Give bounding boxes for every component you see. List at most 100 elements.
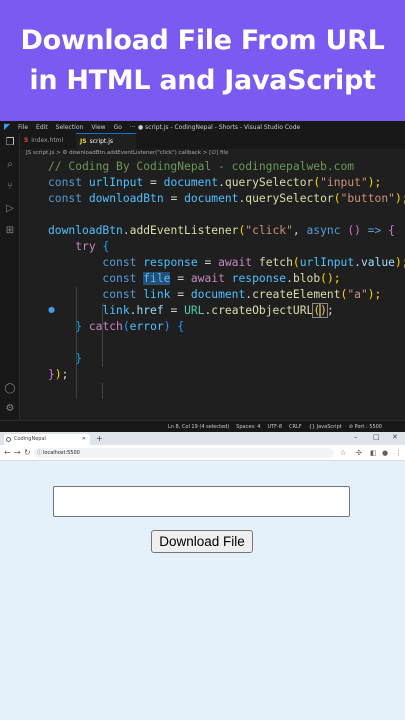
code-line-3: const downloadBtn = document.querySelect… — [48, 191, 405, 207]
token: createObjectURL — [211, 304, 314, 317]
token: = — [170, 288, 191, 301]
download-file-button[interactable]: Download File — [151, 530, 253, 553]
token: } — [75, 352, 83, 365]
token: urlInput — [299, 256, 355, 269]
token: ); — [367, 288, 382, 301]
token: link — [143, 288, 171, 301]
token: querySelector — [245, 192, 334, 205]
activity-bar: ❐ ⌕ ⑂ ▷ ⊞ ◯ ⚙ — [0, 133, 20, 420]
token: addEventListener — [129, 224, 239, 237]
token: ) — [163, 320, 171, 333]
token: = — [197, 256, 219, 269]
address-url: localhost:5500 — [43, 450, 80, 456]
token: await — [218, 256, 253, 269]
status-eol[interactable]: CRLF — [289, 424, 302, 430]
menu-selection[interactable]: Selection — [56, 124, 84, 131]
token: = — [170, 272, 191, 285]
tab-index-html[interactable]: 5 index.html — [20, 133, 76, 149]
token: { — [177, 320, 185, 333]
vscode-menu-bar: File Edit Selection View Go ··· — [18, 124, 136, 131]
address-bar[interactable]: ⓘ localhost:5500 — [34, 448, 334, 458]
maximize-icon[interactable]: □ — [373, 433, 380, 441]
menu-view[interactable]: View — [91, 124, 105, 131]
code-line-7: const response = await fetch(urlInput.va… — [48, 255, 405, 271]
token: ); — [394, 256, 405, 269]
token: . — [354, 256, 361, 269]
token: (); — [320, 272, 341, 285]
banner-title-line-2: in HTML and JavaScript — [29, 64, 376, 96]
sidebar-icon[interactable]: ◧ — [370, 449, 377, 457]
token: ) — [319, 303, 328, 318]
settings-gear-icon[interactable]: ⚙ — [4, 403, 16, 415]
token: const — [48, 176, 83, 189]
token: () — [347, 224, 361, 237]
breadcrumb[interactable]: JS script.js > ⚙ downloadBtn.addEventLis… — [26, 150, 228, 156]
token: blob — [292, 272, 321, 285]
token: value — [360, 256, 395, 269]
new-tab-icon[interactable]: + — [96, 434, 103, 443]
menu-file[interactable]: File — [18, 124, 28, 131]
status-language[interactable]: {} JavaScript — [309, 424, 342, 430]
token: downloadBtn — [48, 224, 123, 237]
code-line-11: } catch(error) { — [48, 319, 184, 335]
tab-script-js[interactable]: JS script.js — [76, 133, 136, 149]
token: . — [122, 224, 130, 237]
close-tab-icon[interactable]: ✕ — [82, 434, 86, 445]
browser-tab[interactable]: CodingNepal ✕ — [4, 434, 90, 445]
extensions-icon[interactable]: ⊞ — [4, 225, 16, 237]
forward-icon[interactable]: → — [14, 448, 21, 457]
explorer-icon[interactable]: ❐ — [4, 137, 16, 149]
site-info-icon[interactable]: ⓘ — [37, 448, 42, 458]
token: await — [190, 272, 225, 285]
status-live-server-port[interactable]: ⊘ Port : 5500 — [349, 424, 382, 430]
minimize-icon[interactable]: – — [354, 433, 358, 441]
extensions-puzzle-icon[interactable]: ✣ — [356, 449, 362, 457]
search-icon[interactable]: ⌕ — [4, 159, 16, 171]
code-line-13: } — [48, 351, 82, 367]
menu-more[interactable]: ··· — [130, 124, 136, 131]
source-control-icon[interactable]: ⑂ — [4, 181, 16, 193]
reload-icon[interactable]: ↻ — [24, 448, 31, 457]
vscode-window: ◤ File Edit Selection View Go ··· ● scri… — [0, 121, 405, 432]
url-input[interactable] — [53, 486, 350, 517]
browser-tab-title: CodingNepal — [14, 436, 46, 442]
token: URL — [184, 304, 205, 317]
close-window-icon[interactable]: ✕ — [392, 433, 398, 441]
run-debug-icon[interactable]: ▷ — [4, 203, 16, 215]
token: "click" — [245, 224, 293, 237]
more-menu-icon[interactable]: ⋮ — [395, 449, 402, 457]
token: ) — [54, 368, 62, 381]
status-encoding[interactable]: UTF-8 — [267, 424, 282, 430]
token: } — [75, 320, 83, 333]
status-cursor-position[interactable]: Ln 8, Col 19 (4 selected) — [168, 424, 229, 430]
bookmark-star-icon[interactable]: ☆ — [340, 449, 346, 457]
comment: // Coding By CodingNepal - codingnepalwe… — [48, 160, 355, 173]
account-icon[interactable]: ◯ — [4, 383, 16, 395]
html-file-icon: 5 — [24, 137, 29, 144]
menu-edit[interactable]: Edit — [36, 124, 48, 131]
token: = — [163, 192, 185, 205]
token: } — [48, 368, 55, 381]
token: document — [184, 192, 239, 205]
token: ); — [394, 192, 405, 205]
menu-go[interactable]: Go — [114, 124, 122, 131]
token: => — [360, 224, 389, 237]
profile-icon[interactable]: ● — [382, 449, 388, 457]
token: { — [102, 240, 110, 253]
token: document — [163, 176, 219, 189]
code-editor[interactable]: ● // Coding By CodingNepal - codingnepal… — [20, 159, 405, 420]
browser-window: CodingNepal ✕ + – □ ✕ ← → ↻ ⓘ localhost:… — [0, 432, 405, 720]
status-indentation[interactable]: Spaces: 4 — [236, 424, 260, 430]
token: createElement — [252, 288, 341, 301]
back-icon[interactable]: ← — [4, 448, 11, 457]
token: downloadBtn — [88, 192, 164, 205]
banner-title-line-1: Download File From URL — [20, 24, 385, 56]
token: "button" — [340, 192, 395, 205]
code-line-1: // Coding By CodingNepal - codingnepalwe… — [48, 159, 354, 175]
code-line-6: try { — [48, 239, 109, 255]
tab-label: script.js — [89, 138, 113, 145]
token: href — [136, 304, 164, 317]
